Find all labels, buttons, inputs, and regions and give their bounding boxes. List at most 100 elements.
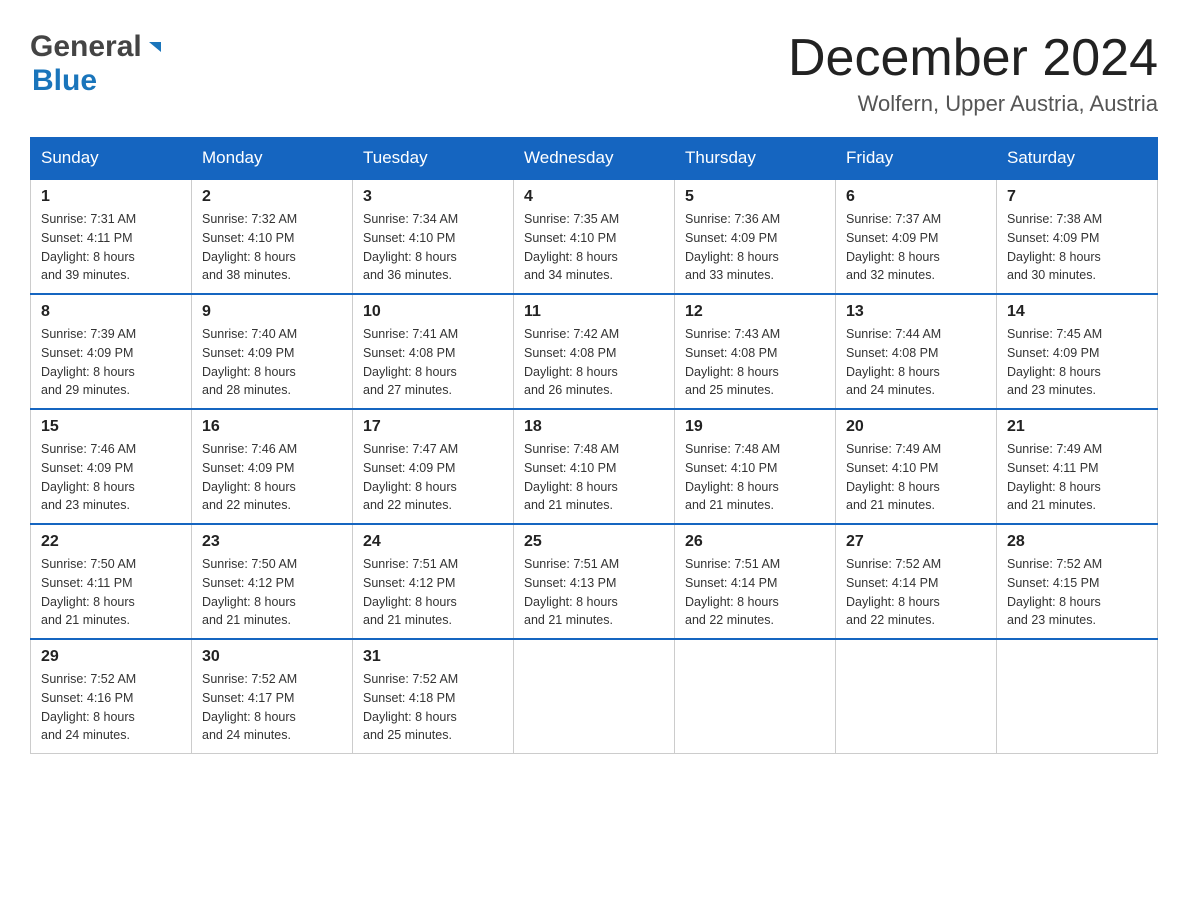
calendar-cell-w4-d7: 28 Sunrise: 7:52 AMSunset: 4:15 PMDaylig…	[997, 524, 1158, 639]
day-info: Sunrise: 7:39 AMSunset: 4:09 PMDaylight:…	[41, 327, 136, 397]
day-number: 6	[846, 188, 986, 206]
calendar-cell-w2-d7: 14 Sunrise: 7:45 AMSunset: 4:09 PMDaylig…	[997, 294, 1158, 409]
calendar-cell-w2-d2: 9 Sunrise: 7:40 AMSunset: 4:09 PMDayligh…	[192, 294, 353, 409]
day-number: 17	[363, 418, 503, 436]
calendar-cell-w4-d1: 22 Sunrise: 7:50 AMSunset: 4:11 PMDaylig…	[31, 524, 192, 639]
day-info: Sunrise: 7:51 AMSunset: 4:13 PMDaylight:…	[524, 557, 619, 627]
logo-general-text: General	[30, 30, 142, 64]
calendar-cell-w5-d1: 29 Sunrise: 7:52 AMSunset: 4:16 PMDaylig…	[31, 639, 192, 754]
calendar-cell-w1-d4: 4 Sunrise: 7:35 AMSunset: 4:10 PMDayligh…	[514, 179, 675, 294]
day-number: 1	[41, 188, 181, 206]
day-info: Sunrise: 7:52 AMSunset: 4:18 PMDaylight:…	[363, 672, 458, 742]
day-number: 16	[202, 418, 342, 436]
day-number: 23	[202, 533, 342, 551]
day-info: Sunrise: 7:49 AMSunset: 4:11 PMDaylight:…	[1007, 442, 1102, 512]
calendar-cell-w3-d7: 21 Sunrise: 7:49 AMSunset: 4:11 PMDaylig…	[997, 409, 1158, 524]
calendar-cell-w1-d2: 2 Sunrise: 7:32 AMSunset: 4:10 PMDayligh…	[192, 179, 353, 294]
day-number: 22	[41, 533, 181, 551]
day-number: 27	[846, 533, 986, 551]
calendar-title-area: December 2024 Wolfern, Upper Austria, Au…	[788, 30, 1158, 117]
day-info: Sunrise: 7:40 AMSunset: 4:09 PMDaylight:…	[202, 327, 297, 397]
calendar-cell-w1-d3: 3 Sunrise: 7:34 AMSunset: 4:10 PMDayligh…	[353, 179, 514, 294]
calendar-cell-w5-d2: 30 Sunrise: 7:52 AMSunset: 4:17 PMDaylig…	[192, 639, 353, 754]
calendar-cell-w3-d6: 20 Sunrise: 7:49 AMSunset: 4:10 PMDaylig…	[836, 409, 997, 524]
header-thursday: Thursday	[675, 138, 836, 180]
header-wednesday: Wednesday	[514, 138, 675, 180]
calendar-week-4: 22 Sunrise: 7:50 AMSunset: 4:11 PMDaylig…	[31, 524, 1158, 639]
header-friday: Friday	[836, 138, 997, 180]
day-number: 4	[524, 188, 664, 206]
calendar-week-5: 29 Sunrise: 7:52 AMSunset: 4:16 PMDaylig…	[31, 639, 1158, 754]
calendar-week-3: 15 Sunrise: 7:46 AMSunset: 4:09 PMDaylig…	[31, 409, 1158, 524]
header-saturday: Saturday	[997, 138, 1158, 180]
calendar-cell-w5-d7	[997, 639, 1158, 754]
day-number: 3	[363, 188, 503, 206]
header-sunday: Sunday	[31, 138, 192, 180]
day-number: 14	[1007, 303, 1147, 321]
day-info: Sunrise: 7:48 AMSunset: 4:10 PMDaylight:…	[685, 442, 780, 512]
calendar-cell-w1-d5: 5 Sunrise: 7:36 AMSunset: 4:09 PMDayligh…	[675, 179, 836, 294]
day-info: Sunrise: 7:48 AMSunset: 4:10 PMDaylight:…	[524, 442, 619, 512]
calendar-header-row: SundayMondayTuesdayWednesdayThursdayFrid…	[31, 138, 1158, 180]
calendar-week-2: 8 Sunrise: 7:39 AMSunset: 4:09 PMDayligh…	[31, 294, 1158, 409]
day-info: Sunrise: 7:36 AMSunset: 4:09 PMDaylight:…	[685, 212, 780, 282]
month-year-title: December 2024	[788, 30, 1158, 87]
calendar-cell-w1-d6: 6 Sunrise: 7:37 AMSunset: 4:09 PMDayligh…	[836, 179, 997, 294]
day-number: 31	[363, 648, 503, 666]
logo-arrow-icon	[145, 38, 165, 58]
calendar-cell-w5-d4	[514, 639, 675, 754]
day-number: 15	[41, 418, 181, 436]
day-info: Sunrise: 7:46 AMSunset: 4:09 PMDaylight:…	[202, 442, 297, 512]
calendar-cell-w3-d4: 18 Sunrise: 7:48 AMSunset: 4:10 PMDaylig…	[514, 409, 675, 524]
calendar-cell-w2-d1: 8 Sunrise: 7:39 AMSunset: 4:09 PMDayligh…	[31, 294, 192, 409]
calendar-cell-w1-d1: 1 Sunrise: 7:31 AMSunset: 4:11 PMDayligh…	[31, 179, 192, 294]
day-number: 18	[524, 418, 664, 436]
day-info: Sunrise: 7:37 AMSunset: 4:09 PMDaylight:…	[846, 212, 941, 282]
calendar-cell-w3-d3: 17 Sunrise: 7:47 AMSunset: 4:09 PMDaylig…	[353, 409, 514, 524]
day-info: Sunrise: 7:47 AMSunset: 4:09 PMDaylight:…	[363, 442, 458, 512]
day-number: 5	[685, 188, 825, 206]
day-info: Sunrise: 7:52 AMSunset: 4:15 PMDaylight:…	[1007, 557, 1102, 627]
day-info: Sunrise: 7:50 AMSunset: 4:11 PMDaylight:…	[41, 557, 136, 627]
calendar-cell-w4-d5: 26 Sunrise: 7:51 AMSunset: 4:14 PMDaylig…	[675, 524, 836, 639]
day-number: 28	[1007, 533, 1147, 551]
calendar-cell-w5-d6	[836, 639, 997, 754]
logo-blue-text: Blue	[32, 64, 97, 98]
day-info: Sunrise: 7:45 AMSunset: 4:09 PMDaylight:…	[1007, 327, 1102, 397]
day-info: Sunrise: 7:41 AMSunset: 4:08 PMDaylight:…	[363, 327, 458, 397]
day-info: Sunrise: 7:43 AMSunset: 4:08 PMDaylight:…	[685, 327, 780, 397]
calendar-cell-w1-d7: 7 Sunrise: 7:38 AMSunset: 4:09 PMDayligh…	[997, 179, 1158, 294]
calendar-table: SundayMondayTuesdayWednesdayThursdayFrid…	[30, 137, 1158, 754]
day-number: 30	[202, 648, 342, 666]
day-info: Sunrise: 7:50 AMSunset: 4:12 PMDaylight:…	[202, 557, 297, 627]
day-info: Sunrise: 7:32 AMSunset: 4:10 PMDaylight:…	[202, 212, 297, 282]
day-info: Sunrise: 7:51 AMSunset: 4:14 PMDaylight:…	[685, 557, 780, 627]
calendar-cell-w2-d3: 10 Sunrise: 7:41 AMSunset: 4:08 PMDaylig…	[353, 294, 514, 409]
day-number: 24	[363, 533, 503, 551]
day-number: 20	[846, 418, 986, 436]
day-number: 2	[202, 188, 342, 206]
calendar-cell-w5-d3: 31 Sunrise: 7:52 AMSunset: 4:18 PMDaylig…	[353, 639, 514, 754]
day-info: Sunrise: 7:38 AMSunset: 4:09 PMDaylight:…	[1007, 212, 1102, 282]
day-info: Sunrise: 7:35 AMSunset: 4:10 PMDaylight:…	[524, 212, 619, 282]
calendar-cell-w2-d6: 13 Sunrise: 7:44 AMSunset: 4:08 PMDaylig…	[836, 294, 997, 409]
day-number: 8	[41, 303, 181, 321]
location-subtitle: Wolfern, Upper Austria, Austria	[788, 91, 1158, 117]
calendar-cell-w3-d5: 19 Sunrise: 7:48 AMSunset: 4:10 PMDaylig…	[675, 409, 836, 524]
day-info: Sunrise: 7:31 AMSunset: 4:11 PMDaylight:…	[41, 212, 136, 282]
day-info: Sunrise: 7:44 AMSunset: 4:08 PMDaylight:…	[846, 327, 941, 397]
calendar-cell-w3-d1: 15 Sunrise: 7:46 AMSunset: 4:09 PMDaylig…	[31, 409, 192, 524]
calendar-cell-w4-d3: 24 Sunrise: 7:51 AMSunset: 4:12 PMDaylig…	[353, 524, 514, 639]
calendar-cell-w4-d6: 27 Sunrise: 7:52 AMSunset: 4:14 PMDaylig…	[836, 524, 997, 639]
calendar-cell-w3-d2: 16 Sunrise: 7:46 AMSunset: 4:09 PMDaylig…	[192, 409, 353, 524]
day-info: Sunrise: 7:42 AMSunset: 4:08 PMDaylight:…	[524, 327, 619, 397]
day-number: 7	[1007, 188, 1147, 206]
calendar-cell-w4-d2: 23 Sunrise: 7:50 AMSunset: 4:12 PMDaylig…	[192, 524, 353, 639]
day-number: 12	[685, 303, 825, 321]
calendar-cell-w5-d5	[675, 639, 836, 754]
day-info: Sunrise: 7:52 AMSunset: 4:16 PMDaylight:…	[41, 672, 136, 742]
day-number: 29	[41, 648, 181, 666]
calendar-cell-w2-d4: 11 Sunrise: 7:42 AMSunset: 4:08 PMDaylig…	[514, 294, 675, 409]
day-number: 9	[202, 303, 342, 321]
day-info: Sunrise: 7:46 AMSunset: 4:09 PMDaylight:…	[41, 442, 136, 512]
